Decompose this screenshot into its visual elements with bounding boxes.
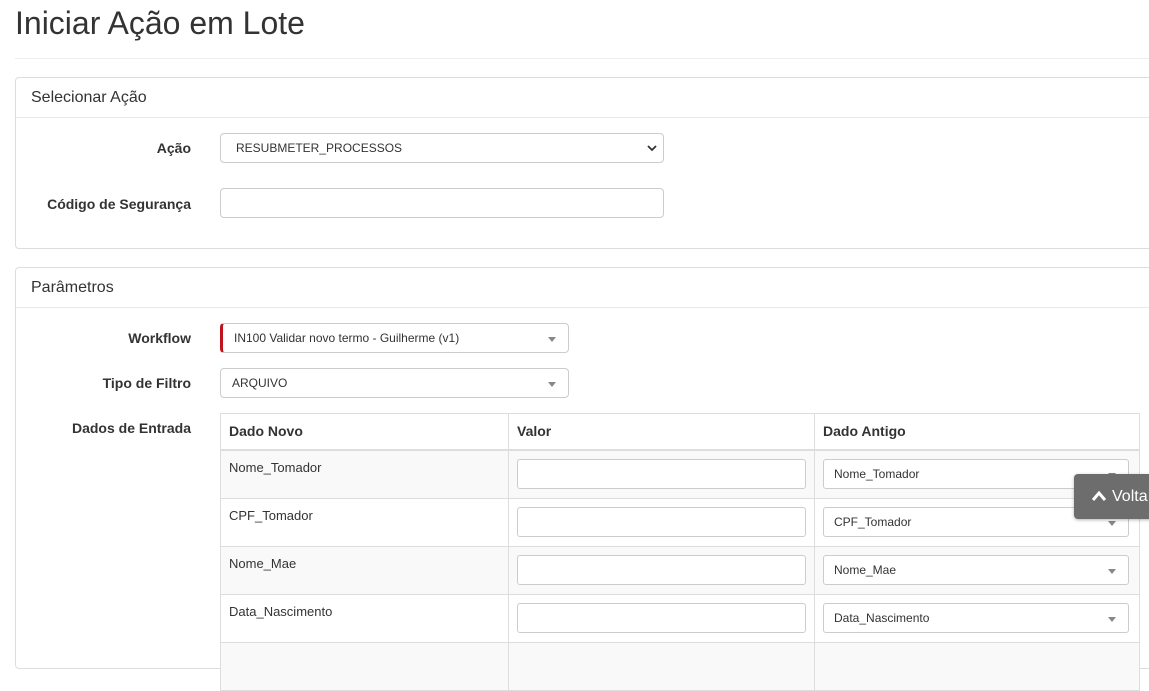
new-field-cell — [221, 643, 509, 690]
workflow-select[interactable]: IN100 Validar novo termo - Guilherme (v1… — [220, 323, 569, 353]
input-data-label: Dados de Entrada — [71, 420, 191, 436]
filter-type-select[interactable]: ARQUIVO — [220, 368, 569, 398]
old-field-value: CPF_Tomador — [834, 515, 912, 529]
filter-type-value: ARQUIVO — [232, 376, 288, 390]
action-label: Ação — [156, 140, 191, 156]
table-row: Nome_Mae Nome_Mae — [221, 547, 1139, 595]
filter-type-label: Tipo de Filtro — [102, 375, 191, 391]
caret-down-icon — [1108, 617, 1116, 622]
value-cell — [509, 547, 815, 594]
workflow-select-value: IN100 Validar novo termo - Guilherme (v1… — [234, 331, 460, 345]
back-button[interactable]: Volta — [1074, 474, 1149, 519]
caret-down-icon — [548, 337, 556, 342]
header-value: Valor — [509, 414, 815, 449]
select-action-heading: Selecionar Ação — [16, 78, 1149, 118]
old-field-cell: Nome_Mae — [815, 547, 1139, 594]
workflow-label: Workflow — [128, 330, 191, 346]
old-field-cell — [815, 643, 1139, 690]
chevron-up-icon — [1091, 490, 1107, 501]
value-input[interactable] — [517, 459, 806, 489]
chevron-down-icon — [647, 145, 657, 152]
parameters-panel: Parâmetros Workflow IN100 Validar novo t… — [15, 267, 1149, 691]
new-field-name: Nome_Tomador — [221, 451, 509, 498]
action-select[interactable]: RESUBMETER_PROCESSOS — [220, 133, 664, 163]
caret-down-icon — [1108, 521, 1116, 526]
new-field-name: Nome_Mae — [221, 547, 509, 594]
page-title: Iniciar Ação em Lote — [15, 5, 305, 41]
old-field-value: Nome_Tomador — [834, 467, 920, 481]
header-old-field: Dado Antigo — [823, 423, 906, 439]
back-button-label: Volta — [1112, 488, 1148, 505]
input-data-table: Dado Novo Valor Dado Antigo Nome_Tomador… — [220, 413, 1140, 691]
title-divider — [15, 58, 1149, 59]
value-input[interactable] — [517, 555, 806, 585]
table-row — [221, 643, 1139, 691]
table-header-row: Dado Novo Valor Dado Antigo — [221, 414, 1139, 451]
old-field-select[interactable]: Data_Nascimento — [823, 603, 1129, 633]
old-field-value: Nome_Mae — [834, 563, 897, 577]
new-field-name: Data_Nascimento — [221, 595, 509, 642]
old-field-value: Data_Nascimento — [834, 611, 930, 625]
header-new-field: Dado Novo — [221, 414, 509, 449]
select-action-panel: Selecionar Ação Ação RESUBMETER_PROCESSO… — [15, 77, 1149, 249]
parameters-heading: Parâmetros — [16, 268, 1149, 308]
value-input[interactable] — [517, 603, 806, 633]
new-field-name: CPF_Tomador — [221, 499, 509, 546]
value-cell — [509, 499, 815, 546]
value-input[interactable] — [517, 507, 806, 537]
action-select-value: RESUBMETER_PROCESSOS — [236, 141, 403, 155]
value-cell — [509, 643, 815, 690]
old-field-select[interactable]: Nome_Mae — [823, 555, 1129, 585]
caret-down-icon — [548, 382, 556, 387]
security-code-input[interactable] — [220, 188, 664, 218]
security-code-label: Código de Segurança — [47, 196, 191, 212]
old-field-cell: Data_Nascimento — [815, 595, 1139, 642]
table-row: CPF_Tomador CPF_Tomador — [221, 499, 1139, 547]
value-cell — [509, 595, 815, 642]
table-row: Nome_Tomador Nome_Tomador — [221, 451, 1139, 499]
table-row: Data_Nascimento Data_Nascimento — [221, 595, 1139, 643]
value-cell — [509, 451, 815, 498]
caret-down-icon — [1108, 569, 1116, 574]
